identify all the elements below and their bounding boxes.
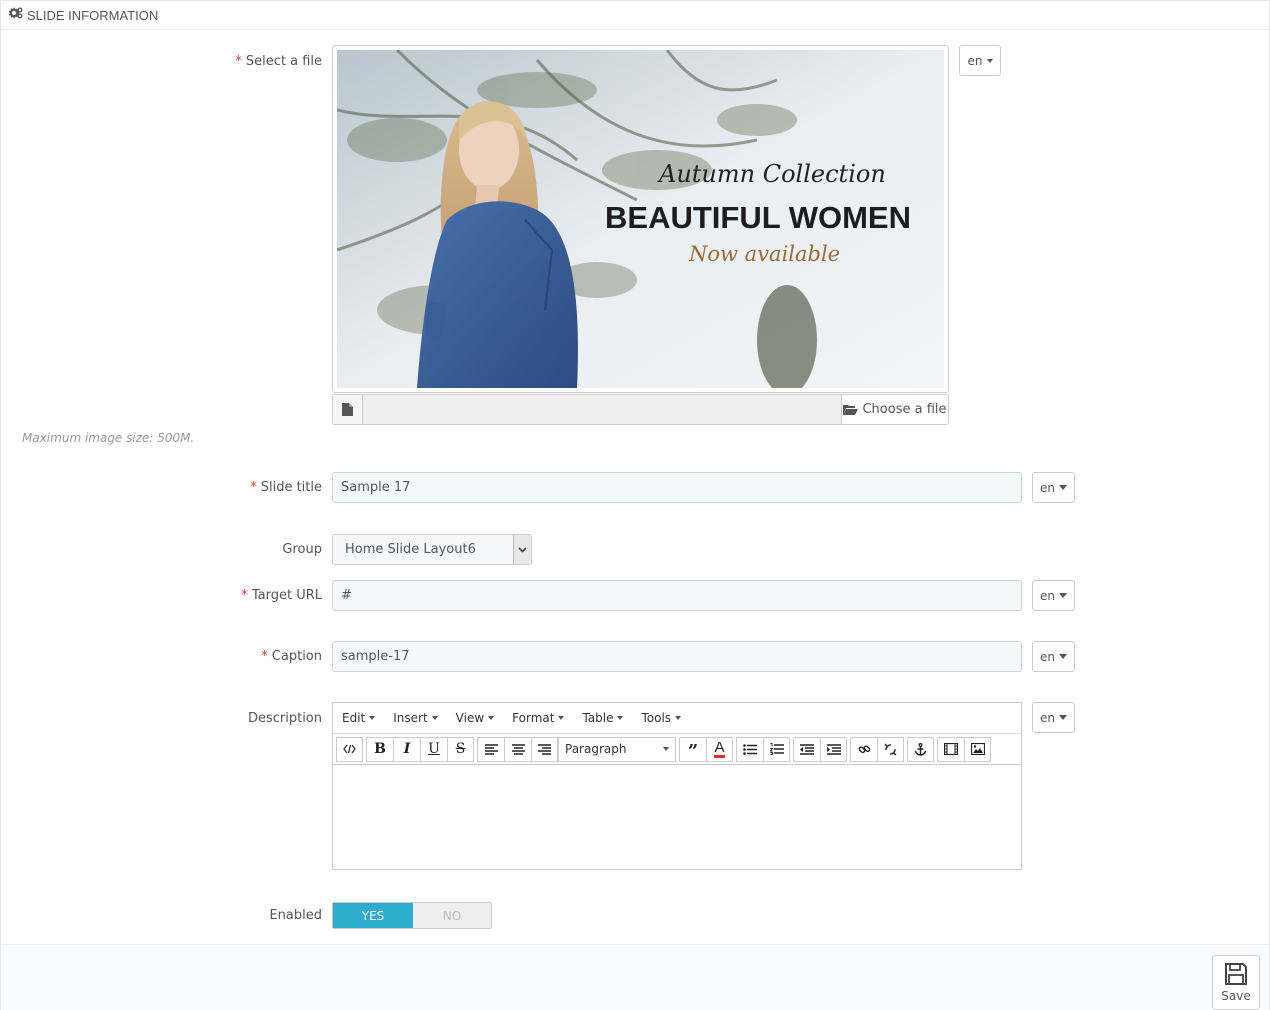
- unlink-icon[interactable]: [877, 736, 904, 762]
- caption-input[interactable]: sample-17: [332, 641, 1022, 672]
- caption-label: * Caption: [261, 649, 322, 664]
- caption-language-dropdown[interactable]: en: [1032, 641, 1075, 672]
- description-language-dropdown[interactable]: en: [1032, 702, 1075, 733]
- caret-down-icon: [1059, 593, 1067, 598]
- select-file-label: * Select a file: [235, 54, 322, 69]
- description-label: Description: [247, 711, 322, 726]
- file-name-field[interactable]: [363, 395, 842, 424]
- underline-icon[interactable]: U: [420, 736, 447, 762]
- caret-down-icon: [1059, 485, 1067, 490]
- enabled-label: Enabled: [269, 908, 322, 923]
- slide-title-label: * Slide title: [250, 480, 322, 495]
- caret-down-icon: [488, 716, 495, 720]
- description-editor: Edit Insert View Format Table Tools B I …: [332, 702, 1022, 870]
- slide-script-line-1: Autumn Collection: [659, 160, 886, 188]
- choose-file-button[interactable]: Choose a file: [842, 395, 948, 424]
- enabled-toggle[interactable]: YES NO: [332, 902, 492, 929]
- slide-image: Autumn Collection BEAUTIFUL WOMEN Now av…: [337, 50, 944, 388]
- menu-tools[interactable]: Tools: [641, 711, 682, 725]
- slide-information-panel: Slide Information * Select a file: [0, 0, 1270, 1010]
- align-right-icon[interactable]: [531, 736, 558, 762]
- editor-content-area[interactable]: [333, 765, 1021, 869]
- bullet-list-icon[interactable]: [736, 736, 763, 762]
- floppy-disk-icon: [1224, 962, 1248, 986]
- menu-edit[interactable]: Edit: [342, 711, 376, 725]
- format-select[interactable]: Paragraph: [558, 736, 676, 762]
- anchor-icon[interactable]: [907, 736, 934, 762]
- image-icon[interactable]: [964, 736, 991, 762]
- panel-heading: Slide Information: [1, 1, 1269, 30]
- gears-icon: [8, 7, 23, 23]
- outdent-icon[interactable]: [793, 736, 820, 762]
- file-icon: [333, 395, 363, 424]
- editor-toolbar: B I U S Paragraph ” A: [333, 734, 1021, 765]
- caret-down-icon: [369, 716, 376, 720]
- align-center-icon[interactable]: [504, 736, 531, 762]
- target-url-label: * Target URL: [241, 588, 322, 603]
- menu-table[interactable]: Table: [582, 711, 624, 725]
- slide-title-language-dropdown[interactable]: en: [1032, 472, 1075, 503]
- enabled-no-option[interactable]: NO: [413, 903, 491, 928]
- align-left-icon[interactable]: [477, 736, 504, 762]
- group-select[interactable]: Home Slide Layout6: [332, 534, 532, 565]
- slide-script-line-3: Now available: [689, 242, 841, 266]
- max-size-hint: Maximum image size: 500M.: [22, 431, 195, 445]
- slide-headline: BEAUTIFUL WOMEN: [605, 200, 911, 235]
- menu-view[interactable]: View: [456, 711, 495, 725]
- chevron-down-icon: [513, 535, 531, 564]
- slide-title-input[interactable]: Sample 17: [332, 472, 1022, 503]
- source-code-icon[interactable]: [336, 736, 363, 762]
- caret-down-icon: [663, 747, 669, 751]
- group-selected-value: Home Slide Layout6: [345, 542, 476, 557]
- strikethrough-icon[interactable]: S: [447, 736, 474, 762]
- caret-down-icon: [675, 716, 682, 720]
- numbered-list-icon[interactable]: [763, 736, 790, 762]
- caret-down-icon: [558, 716, 565, 720]
- caret-down-icon: [431, 716, 438, 720]
- italic-icon[interactable]: I: [393, 736, 420, 762]
- caret-down-icon: [1059, 715, 1067, 720]
- save-button[interactable]: Save: [1212, 955, 1260, 1010]
- target-url-input[interactable]: #: [332, 580, 1022, 611]
- folder-open-icon: [843, 404, 859, 415]
- indent-icon[interactable]: [820, 736, 847, 762]
- video-icon[interactable]: [937, 736, 964, 762]
- bold-icon[interactable]: B: [366, 736, 393, 762]
- enabled-yes-option[interactable]: YES: [333, 903, 413, 928]
- blockquote-icon[interactable]: ”: [679, 736, 706, 762]
- editor-menubar: Edit Insert View Format Table Tools: [333, 703, 1021, 734]
- caret-down-icon: [986, 58, 993, 63]
- panel-footer: [1, 944, 1269, 1010]
- link-icon[interactable]: [850, 736, 877, 762]
- group-label: Group: [282, 542, 322, 557]
- file-upload-row: Choose a file: [332, 394, 949, 425]
- target-url-language-dropdown[interactable]: en: [1032, 580, 1075, 611]
- menu-insert[interactable]: Insert: [393, 711, 438, 725]
- file-language-dropdown[interactable]: en: [959, 45, 1001, 76]
- caret-down-icon: [1059, 654, 1067, 659]
- text-color-icon[interactable]: A: [706, 736, 733, 762]
- menu-format[interactable]: Format: [512, 711, 565, 725]
- panel-title: Slide Information: [27, 7, 159, 23]
- caret-down-icon: [617, 716, 624, 720]
- slide-image-preview: Autumn Collection BEAUTIFUL WOMEN Now av…: [332, 45, 949, 393]
